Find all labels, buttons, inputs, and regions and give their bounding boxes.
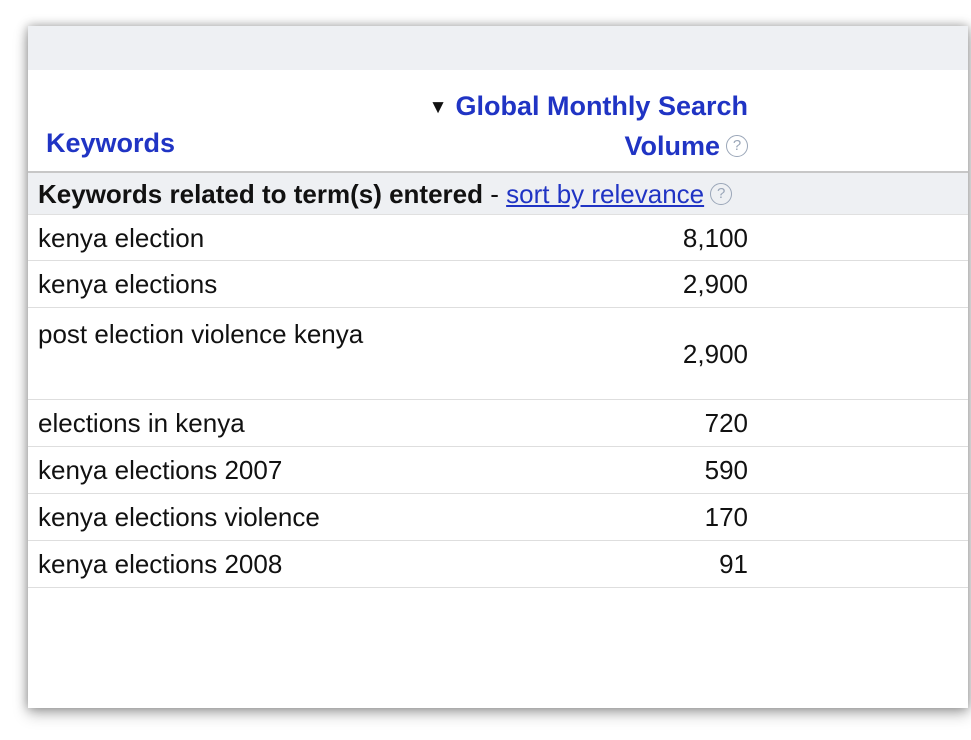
keyword-cell: kenya elections xyxy=(38,269,218,299)
table-row: kenya elections 2007 590 xyxy=(28,447,968,494)
table-row: kenya elections 2008 91 xyxy=(28,541,968,588)
table-header: Keywords ▼ Global Monthly Search Volume? xyxy=(28,70,968,173)
keyword-cell: kenya elections 2008 xyxy=(38,549,283,579)
volume-cell: 720 xyxy=(704,408,748,438)
volume-cell: 2,900 xyxy=(682,339,748,369)
table-row: kenya elections violence 170 xyxy=(28,494,968,541)
table-row: kenya elections 2,900 xyxy=(28,261,968,308)
keyword-group-header: Keywords related to term(s) entered - so… xyxy=(28,173,968,215)
group-separator: - xyxy=(483,179,507,209)
volume-header-text-line1: Global Monthly Search xyxy=(455,91,748,121)
keyword-results-panel: Keywords ▼ Global Monthly Search Volume? … xyxy=(28,26,968,708)
keyword-cell: kenya elections 2007 xyxy=(38,455,283,485)
volume-cell: 590 xyxy=(704,455,748,485)
column-header-global-monthly-search-volume[interactable]: ▼ Global Monthly Search Volume? xyxy=(328,88,748,164)
volume-header-line2: Volume? xyxy=(328,128,748,164)
help-icon[interactable]: ? xyxy=(726,134,748,157)
keyword-rows: kenya election 8,100 kenya elections 2,9… xyxy=(28,215,968,588)
volume-cell: 2,900 xyxy=(682,269,748,299)
volume-cell: 170 xyxy=(704,502,748,532)
help-icon[interactable]: ? xyxy=(710,183,733,206)
volume-header-text-line2: Volume xyxy=(624,131,720,161)
table-row: kenya election 8,100 xyxy=(28,215,968,261)
group-title: Keywords related to term(s) entered xyxy=(38,179,484,209)
keyword-cell: post election violence kenya xyxy=(38,319,364,349)
table-row: post election violence kenya 2,900 xyxy=(28,308,968,400)
panel-top-bar xyxy=(28,26,968,70)
sort-descending-icon: ▼ xyxy=(428,97,448,118)
volume-cell: 91 xyxy=(719,549,748,579)
keyword-cell: kenya elections violence xyxy=(38,502,320,532)
volume-header-line1: ▼ Global Monthly Search xyxy=(328,88,748,128)
column-header-keywords[interactable]: Keywords xyxy=(46,128,175,159)
volume-cell: 8,100 xyxy=(682,223,748,253)
sort-by-relevance-link[interactable]: sort by relevance xyxy=(506,179,704,209)
keyword-cell: kenya election xyxy=(38,223,205,253)
table-row: elections in kenya 720 xyxy=(28,400,968,447)
keyword-cell: elections in kenya xyxy=(38,408,245,438)
